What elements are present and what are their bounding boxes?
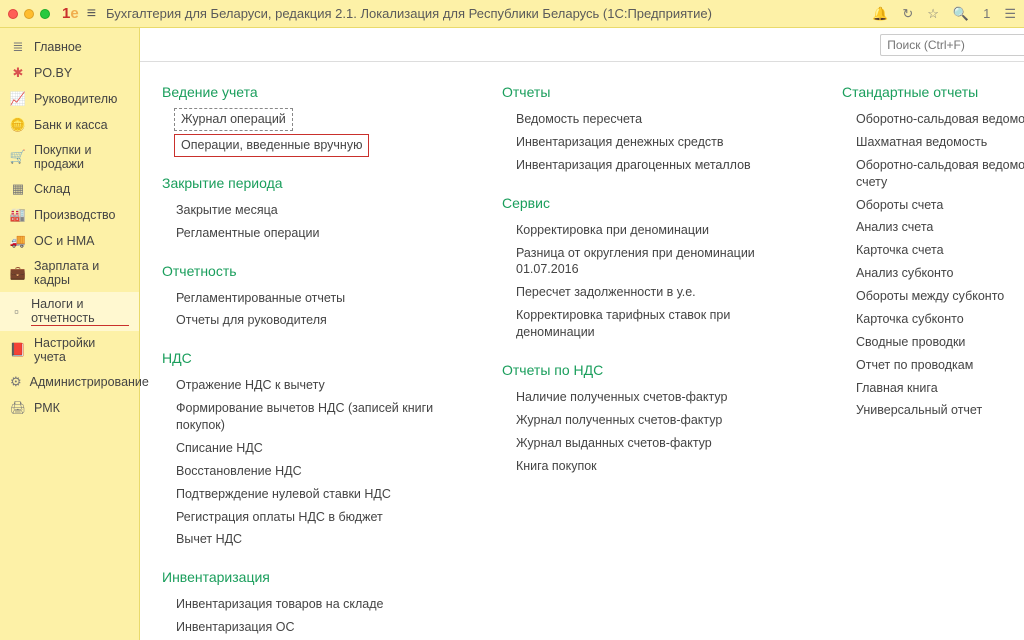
section-otchetnost: Отчетность: [162, 263, 442, 279]
window-title: Бухгалтерия для Беларуси, редакция 2.1. …: [106, 6, 712, 21]
cart-icon: 🛒: [10, 149, 26, 165]
link-item[interactable]: Ведомость пересчета: [502, 108, 782, 131]
link-item[interactable]: Формирование вычетов НДС (записей книги …: [162, 397, 442, 437]
link-item[interactable]: Универсальный отчет: [842, 399, 1024, 422]
link-item[interactable]: Инвентаризация товаров на складе: [162, 593, 442, 616]
notification-count: 1: [983, 6, 990, 21]
minimize-window-icon[interactable]: [24, 9, 34, 19]
sidebar-item-poby[interactable]: ✱PO.BY: [0, 60, 139, 86]
menu-icon[interactable]: ≡: [87, 5, 96, 23]
sidebar-item-manager[interactable]: 📈Руководителю: [0, 86, 139, 112]
search-input[interactable]: [880, 34, 1024, 56]
link-item[interactable]: Книга покупок: [502, 455, 782, 478]
sidebar-item-sales[interactable]: 🛒Покупки и продажи: [0, 138, 139, 176]
content-area: Ведение учета Журнал операций Операции, …: [140, 62, 1024, 640]
link-item[interactable]: Анализ счета: [842, 216, 1024, 239]
link-item[interactable]: Списание НДС: [162, 437, 442, 460]
content-toolbar: × ⚙ ×: [140, 28, 1024, 62]
maximize-window-icon[interactable]: [40, 9, 50, 19]
asterisk-icon: ✱: [10, 65, 26, 81]
link-item[interactable]: Карточка счета: [842, 239, 1024, 262]
link-item[interactable]: Отражение НДС к вычету: [162, 374, 442, 397]
link-item[interactable]: Инвентаризация драгоценных металлов: [502, 154, 782, 177]
list-icon: ≣: [10, 39, 26, 55]
sidebar-item-admin[interactable]: ⚙Администрирование: [0, 369, 139, 395]
titlebar: 1e ≡ Бухгалтерия для Беларуси, редакция …: [0, 0, 1024, 28]
coin-icon: 🪙: [10, 117, 26, 133]
titlebar-right-icons: 🔔 ↻ ☆ 🔍 1 ☰: [872, 6, 1016, 22]
star-icon[interactable]: ☆: [927, 6, 939, 22]
logo-1c: 1e: [62, 5, 79, 22]
link-item[interactable]: Отчеты для руководителя: [162, 309, 442, 332]
section-otchety: Отчеты: [502, 84, 782, 100]
factory-icon: 🏭: [10, 207, 26, 223]
link-manual-operations[interactable]: Операции, введенные вручную: [174, 134, 369, 157]
link-item[interactable]: Оборотно-сальдовая ведомость по счету: [842, 154, 1024, 194]
section-std-reports: Стандартные отчеты: [842, 84, 1024, 100]
sidebar-item-bank[interactable]: 🪙Банк и касса: [0, 112, 139, 138]
sidebar-item-rmk[interactable]: 🖨РМК: [0, 395, 139, 421]
gear-icon: ⚙: [10, 374, 22, 390]
link-item[interactable]: Разница от округления при деноминации 01…: [502, 242, 782, 282]
section-inv: Инвентаризация: [162, 569, 442, 585]
doc-icon: ▫: [10, 304, 23, 320]
search-icon[interactable]: 🔍: [953, 6, 969, 22]
sidebar-item-production[interactable]: 🏭Производство: [0, 202, 139, 228]
link-item[interactable]: Пересчет задолженности в у.е.: [502, 281, 782, 304]
sidebar: ≣Главное ✱PO.BY 📈Руководителю 🪙Банк и ка…: [0, 28, 140, 640]
link-item[interactable]: Отчет по проводкам: [842, 354, 1024, 377]
link-item[interactable]: Корректировка тарифных ставок при деноми…: [502, 304, 782, 344]
link-item[interactable]: Восстановление НДС: [162, 460, 442, 483]
section-zakrytie: Закрытие периода: [162, 175, 442, 191]
section-nds-reports: Отчеты по НДС: [502, 362, 782, 378]
link-item[interactable]: Обороты счета: [842, 194, 1024, 217]
link-item[interactable]: Регистрация оплаты НДС в бюджет: [162, 506, 442, 529]
sidebar-item-main[interactable]: ≣Главное: [0, 34, 139, 60]
sidebar-item-os-nma[interactable]: 🚚ОС и НМА: [0, 228, 139, 254]
link-item[interactable]: Регламентные операции: [162, 222, 442, 245]
book-icon: 📕: [10, 342, 26, 358]
link-item[interactable]: Инвентаризация денежных средств: [502, 131, 782, 154]
link-journal[interactable]: Журнал операций: [174, 108, 293, 131]
link-item[interactable]: Обороты между субконто: [842, 285, 1024, 308]
section-nds: НДС: [162, 350, 442, 366]
bell-icon[interactable]: 🔔: [872, 6, 888, 22]
boxes-icon: ▦: [10, 181, 26, 197]
link-item[interactable]: Вычет НДС: [162, 528, 442, 551]
section-vedenie: Ведение учета: [162, 84, 442, 100]
link-item[interactable]: Журнал выданных счетов-фактур: [502, 432, 782, 455]
sidebar-item-taxes[interactable]: ▫Налоги и отчетность: [0, 292, 139, 331]
sidebar-item-warehouse[interactable]: ▦Склад: [0, 176, 139, 202]
link-item[interactable]: Подтверждение нулевой ставки НДС: [162, 483, 442, 506]
settings-icon[interactable]: ☰: [1004, 6, 1016, 22]
link-item[interactable]: Корректировка при деноминации: [502, 219, 782, 242]
window-controls: [8, 9, 50, 19]
link-item[interactable]: Карточка субконто: [842, 308, 1024, 331]
link-item[interactable]: Главная книга: [842, 377, 1024, 400]
link-item[interactable]: Журнал полученных счетов-фактур: [502, 409, 782, 432]
close-window-icon[interactable]: [8, 9, 18, 19]
sidebar-item-settings[interactable]: 📕Настройки учета: [0, 331, 139, 369]
briefcase-icon: 💼: [10, 265, 26, 281]
link-item[interactable]: Шахматная ведомость: [842, 131, 1024, 154]
section-service: Сервис: [502, 195, 782, 211]
pos-icon: 🖨: [10, 400, 26, 416]
truck-icon: 🚚: [10, 233, 26, 249]
link-item[interactable]: Сводные проводки: [842, 331, 1024, 354]
link-item[interactable]: Регламентированные отчеты: [162, 287, 442, 310]
link-item[interactable]: Оборотно-сальдовая ведомость: [842, 108, 1024, 131]
history-icon[interactable]: ↻: [902, 6, 913, 22]
link-item[interactable]: Инвентаризация ОС: [162, 616, 442, 639]
sidebar-item-payroll[interactable]: 💼Зарплата и кадры: [0, 254, 139, 292]
link-item[interactable]: Анализ субконто: [842, 262, 1024, 285]
link-item[interactable]: Наличие полученных счетов-фактур: [502, 386, 782, 409]
link-item[interactable]: Закрытие месяца: [162, 199, 442, 222]
chart-icon: 📈: [10, 91, 26, 107]
